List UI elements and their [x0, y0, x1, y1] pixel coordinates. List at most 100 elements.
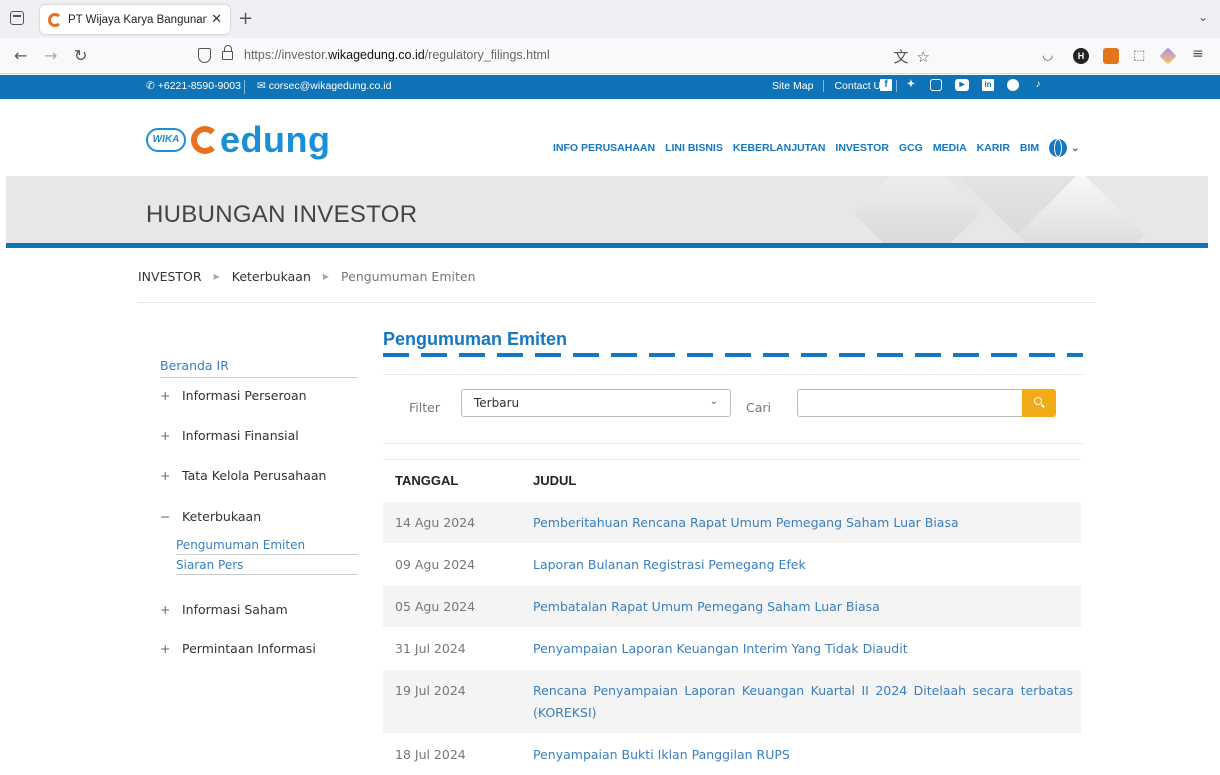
- spotify-icon[interactable]: [1007, 79, 1019, 91]
- breadcrumb-keterbukaan[interactable]: Keterbukaan: [232, 269, 311, 302]
- sidebar-item-keterbukaan[interactable]: − Keterbukaan: [160, 509, 261, 524]
- search-button[interactable]: [1022, 389, 1056, 417]
- table-row: 09 Agu 2024 Laporan Bulanan Registrasi P…: [383, 543, 1081, 585]
- row-title-link[interactable]: Laporan Bulanan Registrasi Pemegang Efek: [533, 554, 1081, 576]
- tracking-shield-icon[interactable]: [198, 48, 211, 63]
- column-header-tanggal: TANGGAL: [395, 473, 459, 488]
- row-title-link[interactable]: Rencana Penyampaian Laporan Keuangan Kua…: [533, 680, 1081, 733]
- search-label: Cari: [746, 400, 771, 415]
- sidebar-item-informasi-perseroan[interactable]: + Informasi Perseroan: [160, 388, 307, 403]
- extension-h-icon[interactable]: H: [1073, 48, 1089, 64]
- row-date: 05 Agu 2024: [395, 599, 476, 614]
- table-row: 31 Jul 2024 Penyampaian Laporan Keuangan…: [383, 627, 1081, 669]
- back-icon[interactable]: ←: [14, 46, 27, 65]
- sidebar-item-informasi-finansial[interactable]: + Informasi Finansial: [160, 428, 299, 443]
- nav-media[interactable]: MEDIA: [933, 142, 967, 154]
- collapse-minus-icon: −: [160, 509, 171, 524]
- breadcrumb-investor[interactable]: INVESTOR: [138, 269, 202, 302]
- nav-lini-bisnis[interactable]: LINI BISNIS: [665, 142, 723, 154]
- reload-icon[interactable]: ↻: [74, 46, 87, 65]
- row-title-link[interactable]: Penyampaian Bukti Iklan Panggilan RUPS: [533, 744, 1081, 766]
- expand-plus-icon: +: [160, 468, 171, 483]
- row-date: 18 Jul 2024: [395, 747, 466, 762]
- site-map-link[interactable]: Site Map: [762, 80, 825, 92]
- facebook-icon[interactable]: f: [880, 79, 892, 91]
- tab-list-chevron-icon[interactable]: ⌄: [1198, 10, 1208, 24]
- filter-selected-value: Terbaru: [474, 396, 520, 410]
- row-date: 09 Agu 2024: [395, 557, 476, 572]
- browser-nav-bar: ← → ↻ https://investor.wikagedung.co.id/…: [0, 38, 1220, 74]
- nav-investor[interactable]: INVESTOR: [835, 142, 888, 154]
- language-globe-icon[interactable]: [1049, 139, 1068, 157]
- sidebar-sub-pengumuman-emiten[interactable]: Pengumuman Emiten: [176, 538, 358, 555]
- browser-tab-bar: PT Wijaya Karya Bangunan Gedung ✕ + ⌄: [0, 0, 1220, 38]
- row-title-link[interactable]: Pemberitahuan Rencana Rapat Umum Pemegan…: [533, 512, 1081, 534]
- sidebar-item-tata-kelola[interactable]: + Tata Kelola Perusahaan: [160, 468, 326, 483]
- filter-label: Filter: [409, 400, 440, 415]
- expand-plus-icon: +: [160, 388, 171, 403]
- nav-karir[interactable]: KARIR: [977, 142, 1010, 154]
- lock-icon[interactable]: [222, 45, 233, 60]
- table-body: 14 Agu 2024 Pemberitahuan Rencana Rapat …: [383, 501, 1081, 775]
- sidebar-item-permintaan-informasi[interactable]: + Permintaan Informasi: [160, 641, 316, 656]
- page-banner: HUBUNGAN INVESTOR: [6, 176, 1208, 248]
- youtube-icon[interactable]: ▸: [955, 79, 969, 91]
- divider: [383, 374, 1083, 375]
- bookmark-star-icon[interactable]: ☆: [917, 48, 938, 66]
- twitter-icon[interactable]: ✦: [905, 79, 917, 91]
- sidebar-item-informasi-saham[interactable]: + Informasi Saham: [160, 602, 288, 617]
- nav-gcg[interactable]: GCG: [899, 142, 923, 154]
- nav-bim[interactable]: BIM: [1020, 142, 1039, 154]
- language-chevron-down-icon[interactable]: ⌄: [1071, 143, 1079, 154]
- email-contact[interactable]: ✉ corsec@wikagedung.co.id: [257, 80, 391, 92]
- breadcrumb-current: Pengumuman Emiten: [341, 269, 476, 284]
- forward-icon[interactable]: →: [44, 46, 57, 65]
- tab-overview-icon[interactable]: [10, 11, 24, 25]
- main-navigation: INFO PERUSAHAAN LINI BISNIS KEBERLANJUTA…: [553, 139, 1080, 157]
- site-favicon-icon: [48, 12, 62, 27]
- table-header: TANGGAL JUDUL: [383, 459, 1081, 501]
- search-icon: [1034, 397, 1042, 405]
- new-tab-icon[interactable]: +: [238, 8, 253, 29]
- breadcrumb-arrow-icon: ▶: [213, 272, 220, 281]
- url-text[interactable]: https://investor.wikagedung.co.id/regula…: [244, 48, 550, 62]
- table-row: 14 Agu 2024 Pemberitahuan Rencana Rapat …: [383, 501, 1081, 543]
- translate-icon[interactable]: 文: [894, 48, 917, 66]
- wika-logo-badge: WIKA: [146, 128, 186, 152]
- sidebar-home-link[interactable]: Beranda IR: [160, 358, 358, 378]
- site-top-bar: ✆ +6221-8590-9003 ✉ corsec@wikagedung.co…: [0, 75, 1220, 99]
- nav-info-perusahaan[interactable]: INFO PERUSAHAAN: [553, 142, 655, 154]
- tab-title: PT Wijaya Karya Bangunan Gedung: [68, 13, 208, 26]
- row-date: 31 Jul 2024: [395, 641, 466, 656]
- column-header-judul: JUDUL: [533, 472, 577, 488]
- extensions-puzzle-icon[interactable]: ⬚: [1133, 48, 1145, 63]
- breadcrumb-arrow-icon: ▶: [322, 272, 330, 281]
- table-row: 05 Agu 2024 Pembatalan Rapat Umum Pemega…: [383, 585, 1081, 627]
- metamask-fox-icon[interactable]: [1103, 48, 1119, 64]
- filter-select[interactable]: Terbaru ⌄: [461, 389, 731, 417]
- expand-plus-icon: +: [160, 641, 171, 656]
- breadcrumb: INVESTOR ▶ Keterbukaan ▶ Pengumuman Emit…: [138, 269, 1096, 303]
- browser-tab[interactable]: PT Wijaya Karya Bangunan Gedung ✕: [40, 5, 230, 34]
- linkedin-icon[interactable]: in: [982, 79, 994, 91]
- row-title-link[interactable]: Penyampaian Laporan Keuangan Interim Yan…: [533, 638, 1081, 660]
- phone-contact[interactable]: ✆ +6221-8590-9003: [146, 80, 241, 92]
- instagram-icon[interactable]: [930, 79, 942, 91]
- sidebar-sub-siaran-pers[interactable]: Siaran Pers: [176, 558, 358, 575]
- table-row: 19 Jul 2024 Rencana Penyampaian Laporan …: [383, 669, 1081, 733]
- site-logo[interactable]: WIKA edung: [146, 119, 330, 161]
- menu-hamburger-icon[interactable]: ≡: [1192, 46, 1204, 62]
- tab-close-icon[interactable]: ✕: [211, 12, 222, 27]
- row-title-link[interactable]: Pembatalan Rapat Umum Pemegang Saham Lua…: [533, 596, 1081, 618]
- expand-plus-icon: +: [160, 428, 171, 443]
- page-title: Pengumuman Emiten: [383, 329, 568, 349]
- pocket-icon[interactable]: ◡: [1042, 48, 1053, 63]
- extension-diamond-icon[interactable]: [1159, 47, 1177, 65]
- address-bar[interactable]: https://investor.wikagedung.co.id/regula…: [186, 42, 956, 70]
- search-input[interactable]: [797, 389, 1023, 417]
- banner-title: HUBUNGAN INVESTOR: [146, 201, 418, 228]
- announcements-table: TANGGAL JUDUL 14 Agu 2024 Pemberitahuan …: [383, 459, 1081, 775]
- nav-keberlanjutan[interactable]: KEBERLANJUTAN: [733, 142, 826, 154]
- tiktok-icon[interactable]: ♪: [1032, 79, 1044, 91]
- logo-wordmark: edung: [220, 119, 331, 160]
